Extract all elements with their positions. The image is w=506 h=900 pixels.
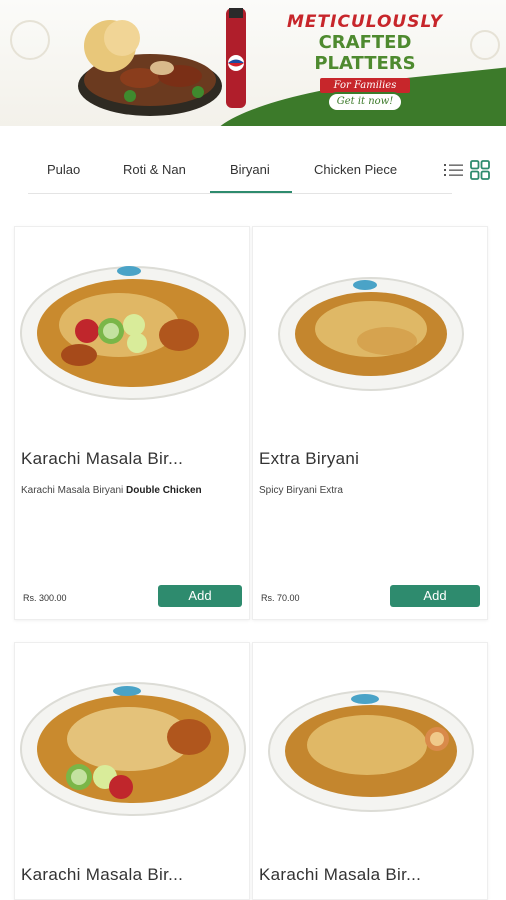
grid-view-icon[interactable] xyxy=(470,160,490,180)
product-title[interactable]: Extra Biryani xyxy=(259,449,359,469)
doodle-decoration xyxy=(470,30,500,60)
list-view-icon[interactable] xyxy=(444,162,464,178)
headline-line-2: CRAFTED PLATTERS xyxy=(314,32,416,74)
tab-pulao[interactable]: Pulao xyxy=(47,162,80,177)
get-it-now-button[interactable]: Get it now! xyxy=(327,92,403,112)
biryani-plate-image xyxy=(20,266,246,400)
product-title[interactable]: Karachi Masala Bir... xyxy=(259,865,421,885)
product-card[interactable]: Karachi Masala Bir... xyxy=(252,642,488,900)
product-card[interactable]: Extra Biryani Spicy Biryani Extra Rs. 70… xyxy=(252,226,488,620)
description-text: Spicy Biryani Extra xyxy=(259,485,343,496)
product-description: Spicy Biryani Extra xyxy=(259,485,343,496)
banner-tagline: For Families xyxy=(319,78,411,93)
biryani-plate-image xyxy=(20,682,246,816)
product-card[interactable]: Karachi Masala Bir... xyxy=(14,642,250,900)
product-price: Rs. 300.00 xyxy=(23,593,67,603)
active-tab-indicator xyxy=(210,191,292,193)
tab-biryani[interactable]: Biryani xyxy=(230,162,270,177)
product-card[interactable]: Karachi Masala Bir... Karachi Masala Bir… xyxy=(14,226,250,620)
promo-banner[interactable]: METICULOUSLY CRAFTED PLATTERS For Famili… xyxy=(0,0,506,126)
description-bold-text: Double Chicken xyxy=(126,485,202,496)
tab-chicken-piece[interactable]: Chicken Piece xyxy=(314,162,397,177)
product-title[interactable]: Karachi Masala Bir... xyxy=(21,865,183,885)
add-to-cart-button[interactable]: Add xyxy=(158,585,242,607)
biryani-plate-image xyxy=(268,690,474,812)
category-tabs: Pulao Roti & Nan Biryani Chicken Piece xyxy=(28,150,452,194)
description-text: Karachi Masala Biryani xyxy=(21,485,127,496)
headline-line-1: METICULOUSLY xyxy=(287,12,443,32)
platter-image xyxy=(78,8,246,116)
biryani-plate-image xyxy=(278,277,464,391)
doodle-decoration xyxy=(10,20,50,60)
product-description: Karachi Masala Biryani Double Chicken xyxy=(21,485,202,496)
add-to-cart-button[interactable]: Add xyxy=(390,585,480,607)
product-price: Rs. 70.00 xyxy=(261,593,300,603)
tab-roti-nan[interactable]: Roti & Nan xyxy=(123,162,186,177)
banner-headline: METICULOUSLY CRAFTED PLATTERS For Famili… xyxy=(270,12,460,93)
product-title[interactable]: Karachi Masala Bir... xyxy=(21,449,183,469)
